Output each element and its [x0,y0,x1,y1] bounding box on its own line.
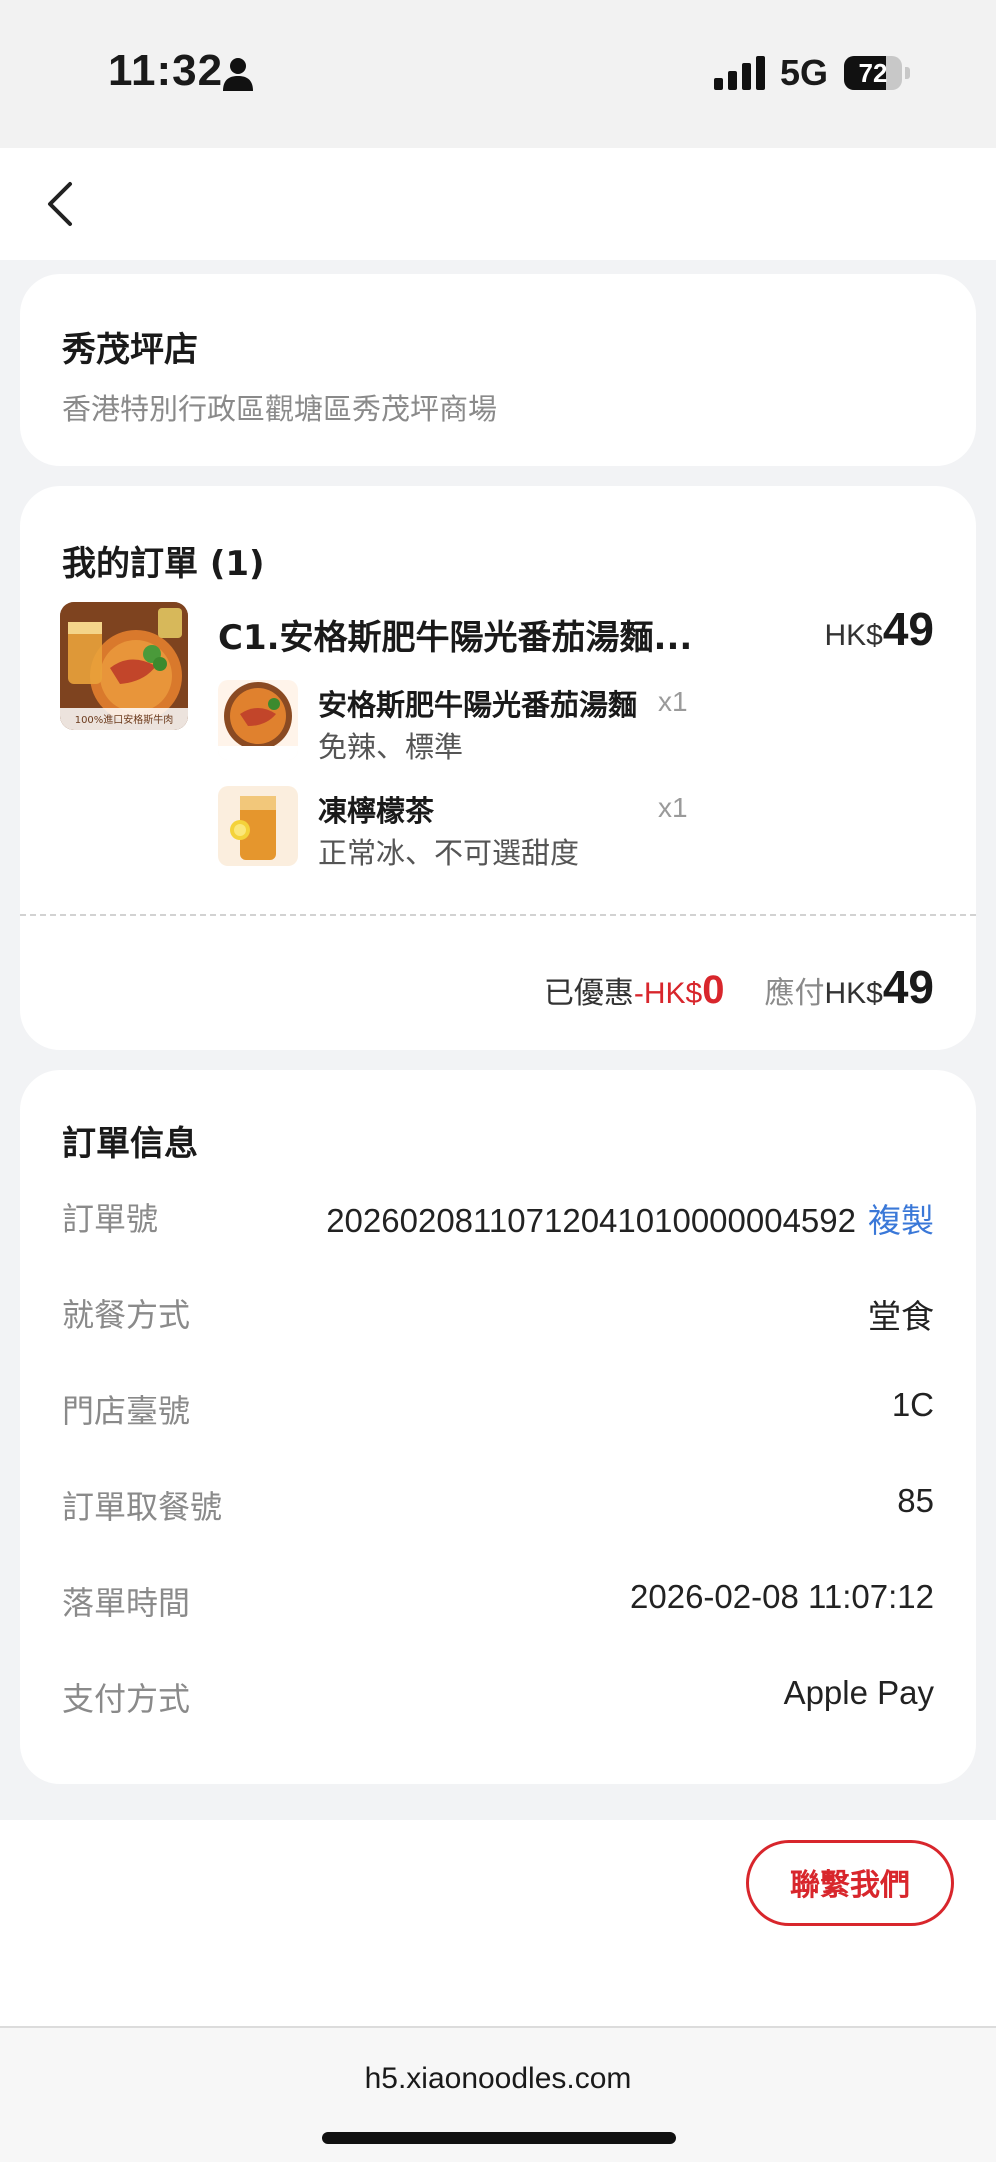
copy-button[interactable]: 複製 [868,1201,934,1240]
status-time: 11:32 [108,46,224,95]
status-bar: 11:32 5G 72 [0,0,996,148]
payable-currency: HK$ [824,977,883,1010]
combo-image: 100%進口安格斯牛肉 [60,602,188,730]
dining-method-value: 堂食 [868,1297,934,1336]
discount-value: 0 [702,968,725,1012]
discount-prefix: -HK$ [633,977,703,1010]
order-number-row: 訂單號 2026020811071204101000000459​2 複製 [62,1184,934,1244]
combo-thumb-caption: 100%進口安格斯牛肉 [75,713,174,726]
dining-method-row: 就餐方式 堂食 [62,1280,934,1340]
item-name-lemon-tea: 凍檸檬茶 [318,794,435,828]
order-info-card: 訂單信息 訂單號 2026020811071204101000000459​2 複… [20,1070,976,1784]
signal-icon [714,56,765,90]
table-number-label: 門店臺號 [62,1392,191,1430]
lemon-tea-thumb [218,786,298,866]
table-number-row: 門店臺號 1C [62,1376,934,1436]
order-time-row: 落單時間 2026-02-08 11:07:12 [62,1568,934,1628]
combo-price-value: 49 [882,603,934,655]
item-options-noodle: 免辣、標準 [318,730,464,764]
battery-percent: 72 [858,58,888,88]
order-time-label: 落單時間 [62,1584,191,1622]
payment-method-row: 支付方式 Apple Pay [62,1664,934,1724]
action-area: 聯繫我們 [0,1820,996,2026]
pickup-number-value: 85 [897,1482,934,1519]
battery-icon: 72 [844,56,910,90]
order-time-value: 2026-02-08 11:07:12 [630,1578,934,1615]
store-name: 秀茂坪店 [62,330,198,370]
pickup-number-row: 訂單取餐號 85 [62,1472,934,1532]
store-address: 香港特別行政區觀塘區秀茂坪商場 [62,392,498,426]
payable-label: 應付 [764,976,825,1011]
payment-method-label: 支付方式 [62,1680,191,1718]
item-options-lemon-tea: 正常冰、不可選甜度 [318,836,580,870]
item-qty-lemon-tea: x1 [658,792,688,823]
order-number-label: 訂單號 [62,1200,159,1238]
combo-price-currency: HK$ [824,619,883,652]
order-summary: 已優惠-HK$0 應付HK$49 [544,960,934,1014]
browser-url[interactable]: h5.xiaonoodles.com [0,2062,996,2096]
payment-method-value: Apple Pay [783,1674,934,1711]
order-number-value: 2026020811071204101000000459​2 [326,1202,856,1239]
noodle-thumb [218,680,298,760]
payable-value: 49 [882,961,934,1013]
order-card: 我的訂單 (1) 100%進口安格斯牛肉 C1.安格斯肥牛陽光番茄湯麵... H… [20,486,976,1050]
divider [20,914,976,916]
pickup-number-label: 訂單取餐號 [62,1488,223,1526]
item-qty-noodle: x1 [658,686,688,717]
discount-label: 已優惠 [543,976,634,1011]
combo-price: HK$49 [824,602,934,656]
store-card: 秀茂坪店 香港特別行政區觀塘區秀茂坪商場 [20,274,976,466]
item-name-noodle: 安格斯肥牛陽光番茄湯麵 [318,688,638,722]
combo-name: C1.安格斯肥牛陽光番茄湯麵... [218,618,693,658]
order-info-title: 訂單信息 [62,1124,198,1164]
table-number-value: 1C [891,1386,934,1423]
network-type: 5G [780,52,829,93]
browser-address-bar[interactable]: h5.xiaonoodles.com [0,2026,996,2162]
nav-bar [0,148,996,260]
order-title: 我的訂單 (1) [62,544,265,584]
person-icon [223,58,253,91]
chevron-left-icon[interactable] [40,178,80,230]
dining-method-label: 就餐方式 [62,1296,191,1334]
home-indicator[interactable] [322,2132,676,2144]
contact-us-button[interactable]: 聯繫我們 [746,1840,954,1926]
